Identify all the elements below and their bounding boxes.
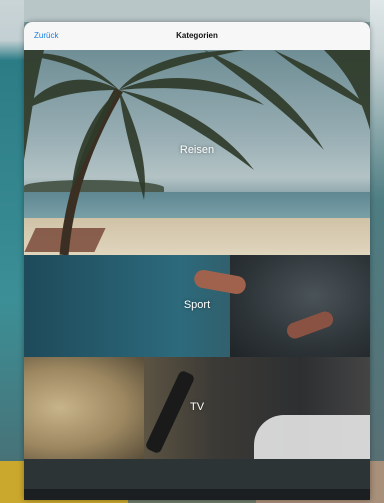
categories-modal: Zurück Kategorien Reisen Sport TV xyxy=(24,22,370,500)
navigation-bar: Zurück Kategorien xyxy=(24,22,370,51)
category-tile-reisen[interactable]: Reisen xyxy=(24,50,370,255)
category-label: Sport xyxy=(183,299,211,311)
category-tile-tv[interactable]: TV xyxy=(24,357,370,459)
category-label: Reisen xyxy=(179,144,215,156)
shirt-shape xyxy=(254,415,370,459)
category-tile-next[interactable] xyxy=(24,459,370,489)
category-label: TV xyxy=(189,401,205,413)
background-left-strip xyxy=(0,0,24,503)
next-tile-image xyxy=(24,459,370,489)
page-title: Kategorien xyxy=(176,31,218,40)
category-list: Reisen Sport TV xyxy=(24,50,370,489)
background-topbar xyxy=(0,0,384,22)
category-tile-sport[interactable]: Sport xyxy=(24,255,370,357)
background-right-strip xyxy=(370,0,384,503)
